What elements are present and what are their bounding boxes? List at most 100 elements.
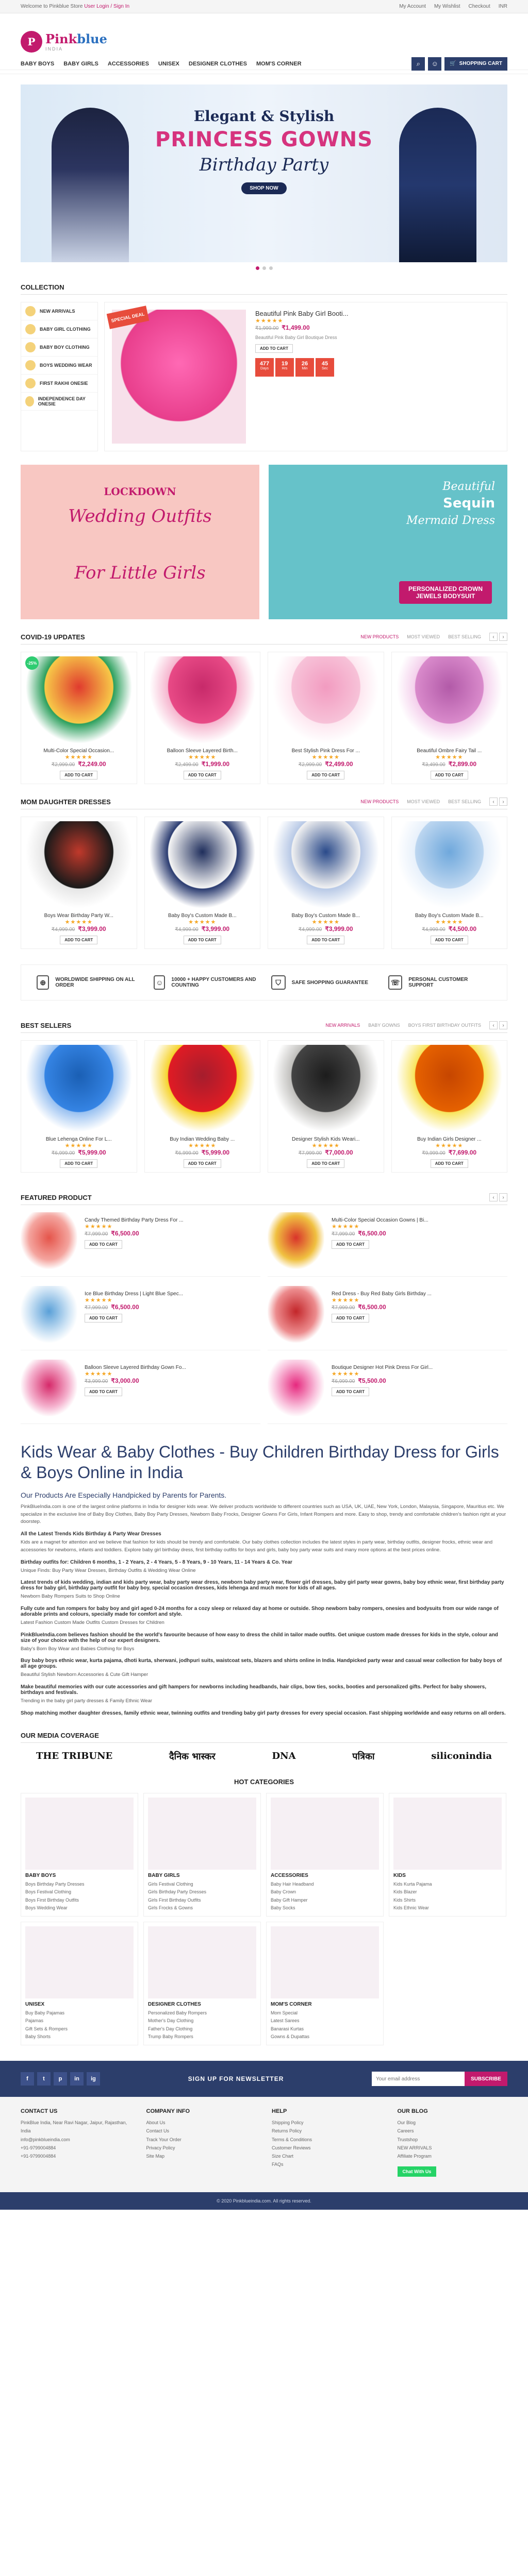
category-link[interactable]: Gowns & Dupattas xyxy=(271,2033,379,2041)
add-to-cart-button[interactable]: ADD TO CART xyxy=(332,1314,369,1323)
prev-arrow-icon[interactable]: ‹ xyxy=(489,798,498,806)
product-name[interactable]: Beautiful Ombre Fairy Tail ... xyxy=(396,748,503,754)
category-link[interactable]: Gift Sets & Rompers xyxy=(25,2025,134,2033)
category-link[interactable]: Father's Day Clothing xyxy=(148,2025,256,2033)
category-link[interactable]: Baby Hair Headband xyxy=(271,1880,379,1888)
add-to-cart-button[interactable]: ADD TO CART xyxy=(307,1159,345,1168)
product-card[interactable]: -25% Multi-Color Special Occasion... ★★★★★… xyxy=(21,652,137,784)
next-arrow-icon[interactable]: › xyxy=(499,633,507,641)
product-card[interactable]: Best Stylish Pink Dress For ... ★★★★★ ₹2,9… xyxy=(268,652,384,784)
logo[interactable]: P Pinkblue INDIA xyxy=(21,30,107,53)
footer-link[interactable]: +91-9799004884 xyxy=(21,2144,131,2152)
deal-name[interactable]: Beautiful Pink Baby Girl Booti... xyxy=(255,310,500,317)
category-item[interactable]: INDEPENDENCE DAY ONESIE xyxy=(21,393,97,411)
tab-new-products[interactable]: NEW PRODUCTS xyxy=(360,634,399,639)
product-image[interactable] xyxy=(148,1045,256,1132)
add-to-cart-button[interactable]: ADD TO CART xyxy=(332,1240,369,1249)
add-to-cart-button[interactable]: ADD TO CART xyxy=(307,771,345,779)
tab-baby-gowns[interactable]: BABY GOWNS xyxy=(368,1023,400,1028)
add-to-cart-button[interactable]: ADD TO CART xyxy=(85,1240,122,1249)
nav-item[interactable]: BABY GIRLS xyxy=(63,61,98,67)
add-to-cart-button[interactable]: ADD TO CART xyxy=(430,936,468,944)
nav-item[interactable]: DESIGNER CLOTHES xyxy=(189,61,247,67)
product-card[interactable]: Beautiful Ombre Fairy Tail ... ★★★★★ ₹3,49… xyxy=(391,652,507,784)
product-name[interactable]: Candy Themed Birthday Party Dress For ..… xyxy=(85,1217,260,1223)
footer-link[interactable]: Customer Reviews xyxy=(272,2144,382,2152)
product-name[interactable]: Multi-Color Special Occasion Gowns | Bi.… xyxy=(332,1217,507,1223)
sequin-dress-banner[interactable]: Beautiful Sequin Mermaid Dress PERSONALI… xyxy=(269,465,507,619)
add-to-cart-button[interactable]: ADD TO CART xyxy=(60,771,98,779)
shopping-cart-button[interactable]: 🛒 SHOPPING CART xyxy=(444,57,507,71)
deal-image[interactable]: SPECIAL DEAL xyxy=(106,306,246,444)
slider-dot[interactable] xyxy=(262,266,266,270)
footer-link[interactable]: Trustshop xyxy=(398,2136,508,2144)
my-account-link[interactable]: My Account xyxy=(399,4,426,9)
product-image[interactable] xyxy=(395,821,503,909)
featured-product[interactable]: Balloon Sleeve Layered Birthday Gown Fo.… xyxy=(21,1360,260,1424)
product-image[interactable] xyxy=(268,1360,324,1416)
my-wishlist-link[interactable]: My Wishlist xyxy=(434,4,460,9)
product-name[interactable]: Designer Stylish Kids Weari... xyxy=(272,1137,380,1142)
add-to-cart-button[interactable]: ADD TO CART xyxy=(307,936,345,944)
category-item[interactable]: FIRST RAKHI ONESIE xyxy=(21,375,97,393)
category-link[interactable]: Baby Crown xyxy=(271,1888,379,1896)
footer-link[interactable]: NEW ARRIVALS xyxy=(398,2144,508,2152)
hot-category-card[interactable]: Designer Clothes Personalized Baby Romper… xyxy=(143,1922,261,2046)
category-link[interactable]: Girls First Birthday Outfits xyxy=(148,1896,256,1904)
product-image[interactable] xyxy=(272,821,380,909)
category-link[interactable]: Personalized Baby Rompers xyxy=(148,2009,256,2017)
add-to-cart-button[interactable]: ADD TO CART xyxy=(85,1314,122,1323)
hot-category-card[interactable]: Baby Boys Boys Birthday Party Dresses Boys… xyxy=(21,1792,138,1917)
social-icon[interactable]: p xyxy=(54,2072,67,2086)
footer-link[interactable]: Terms & Conditions xyxy=(272,2136,382,2144)
footer-link[interactable]: FAQs xyxy=(272,2160,382,2168)
category-name[interactable]: Designer Clothes xyxy=(148,2002,256,2007)
category-name[interactable]: Kids xyxy=(393,1873,502,1878)
slider-dot[interactable] xyxy=(269,266,273,270)
product-card[interactable]: Boys Wear Birthday Party W... ★★★★★ ₹4,999… xyxy=(21,817,137,949)
footer-link[interactable]: Our Blog xyxy=(398,2119,508,2127)
product-image[interactable] xyxy=(268,1212,324,1269)
product-image[interactable] xyxy=(21,1360,77,1416)
nav-item[interactable]: MOM'S CORNER xyxy=(256,61,302,67)
featured-product[interactable]: Boutique Designer Hot Pink Dress For Gir… xyxy=(268,1360,507,1424)
tab-most-viewed[interactable]: MOST VIEWED xyxy=(407,634,440,639)
category-link[interactable]: Latest Sarees xyxy=(271,2017,379,2025)
category-image[interactable] xyxy=(25,1926,134,1999)
featured-product[interactable]: Candy Themed Birthday Party Dress For ..… xyxy=(21,1212,260,1277)
hot-category-card[interactable]: Mom's Corner Mom Special Latest Sarees Bana… xyxy=(266,1922,384,2046)
category-link[interactable]: Boys First Birthday Outfits xyxy=(25,1896,134,1904)
add-to-cart-button[interactable]: ADD TO CART xyxy=(430,1159,468,1168)
category-name[interactable]: Baby Girls xyxy=(148,1873,256,1878)
footer-link[interactable]: Size Chart xyxy=(272,2152,382,2160)
featured-product[interactable]: Multi-Color Special Occasion Gowns | Bi.… xyxy=(268,1212,507,1277)
category-link[interactable]: Girls Birthday Party Dresses xyxy=(148,1888,256,1896)
footer-link[interactable]: Affiliate Program xyxy=(398,2152,508,2160)
product-name[interactable]: Balloon Sleeve Layered Birth... xyxy=(149,748,256,754)
product-card[interactable]: Baby Boy's Custom Made B... ★★★★★ ₹4,999.0… xyxy=(268,817,384,949)
product-card[interactable]: Designer Stylish Kids Weari... ★★★★★ ₹7,99… xyxy=(268,1040,384,1173)
add-to-cart-button[interactable]: ADD TO CART xyxy=(183,1159,221,1168)
product-name[interactable]: Buy Indian Wedding Baby ... xyxy=(149,1137,256,1142)
category-link[interactable]: Boys Birthday Party Dresses xyxy=(25,1880,134,1888)
tab-boys-first-birthday[interactable]: BOYS FIRST BIRTHDAY OUTFITS xyxy=(408,1023,481,1028)
search-icon[interactable]: ⌕ xyxy=(411,57,425,71)
footer-link[interactable]: Careers xyxy=(398,2127,508,2135)
tab-new-products[interactable]: NEW PRODUCTS xyxy=(360,799,399,804)
product-card[interactable]: Buy Indian Girls Designer ... ★★★★★ ₹9,999… xyxy=(391,1040,507,1173)
slider-dot[interactable] xyxy=(255,266,259,270)
product-image[interactable] xyxy=(272,1045,380,1132)
category-item[interactable]: BABY BOY CLOTHING xyxy=(21,338,97,357)
product-card[interactable]: Buy Indian Wedding Baby ... ★★★★★ ₹6,999.0… xyxy=(144,1040,260,1173)
product-image[interactable] xyxy=(148,821,256,909)
next-arrow-icon[interactable]: › xyxy=(499,798,507,806)
email-field[interactable] xyxy=(372,2072,465,2087)
tab-most-viewed[interactable]: MOST VIEWED xyxy=(407,799,440,804)
add-to-cart-button[interactable]: ADD TO CART xyxy=(85,1387,122,1396)
category-link[interactable]: Banarasi Kurtas xyxy=(271,2025,379,2033)
product-image[interactable] xyxy=(395,1045,503,1132)
product-name[interactable]: Balloon Sleeve Layered Birthday Gown Fo.… xyxy=(85,1365,260,1370)
tab-new-arrivals[interactable]: NEW ARRIVALS xyxy=(325,1023,360,1028)
add-to-cart-button[interactable]: ADD TO CART xyxy=(430,771,468,779)
currency-select[interactable]: INR xyxy=(499,4,507,9)
